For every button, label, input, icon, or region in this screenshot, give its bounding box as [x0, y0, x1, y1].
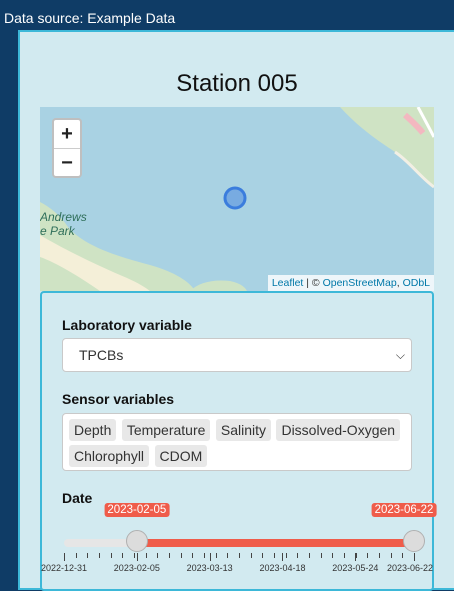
slider-tick-label: 2023-05-24 — [332, 563, 379, 573]
slider-minor-tick — [250, 553, 252, 558]
lab-variable-select[interactable]: TPCBs ⌵ — [62, 338, 412, 372]
slider-minor-tick — [134, 553, 135, 558]
map-place-label-2: e Park — [40, 224, 75, 238]
slider-minor-tick — [379, 553, 380, 558]
lab-variable-value: TPCBs — [79, 347, 124, 363]
zoom-control: + − — [52, 118, 82, 178]
zoom-out-button[interactable]: − — [54, 148, 80, 177]
slider-minor-tick — [192, 553, 194, 558]
slider-minor-tick — [367, 553, 369, 558]
slider-minor-tick — [157, 553, 159, 558]
slider-minor-tick — [110, 553, 112, 558]
sensor-tag[interactable]: CDOM — [154, 445, 208, 467]
sensor-variables-label: Sensor variables — [62, 391, 175, 407]
slider-tick-label: 2023-02-05 — [113, 563, 160, 573]
slider-minor-tick — [99, 553, 100, 558]
slider-tick-label: 2023-04-18 — [259, 563, 306, 573]
slider-minor-tick — [262, 553, 264, 558]
slider-minor-tick — [344, 553, 345, 558]
map-attribution: Leaflet | © OpenStreetMap, ODbL — [267, 275, 434, 291]
slider-minor-tick — [320, 553, 322, 558]
sensor-tag[interactable]: Salinity — [215, 419, 271, 441]
sensor-tag[interactable]: Chlorophyll — [69, 445, 150, 467]
slider-minor-tick — [297, 553, 299, 558]
attribution-separator: | © — [303, 277, 323, 289]
osm-link[interactable]: OpenStreetMap — [323, 277, 397, 289]
sensor-tag[interactable]: Depth — [69, 419, 117, 441]
slider-minor-tick — [274, 553, 275, 558]
slider-minor-tick — [239, 553, 240, 558]
map-tiles — [40, 107, 434, 291]
slider-minor-tick — [402, 553, 404, 558]
slider-from-label: 2023-02-05 — [104, 503, 170, 517]
slider-major-tick — [414, 553, 415, 561]
slider-tick-label: 2022-12-31 — [40, 563, 88, 573]
map-place-label: Andrews — [40, 210, 87, 224]
sensor-tag[interactable]: Temperature — [121, 419, 211, 441]
slider-minor-tick — [169, 553, 170, 558]
slider-minor-tick — [204, 553, 205, 558]
slider-minor-tick — [180, 553, 182, 558]
station-map[interactable]: + − Andrews e Park Leaflet | © OpenStree… — [40, 107, 434, 291]
station-title: Station 005 — [176, 70, 298, 97]
slider-from-handle[interactable] — [125, 530, 148, 552]
slider-major-tick — [209, 553, 211, 561]
date-range-slider[interactable]: 2023-02-05 2023-06-22 2022-12-31 2023-02-… — [40, 503, 437, 583]
controls-panel: Laboratory variable TPCBs ⌵ Sensor varia… — [40, 291, 437, 591]
slider-minor-tick — [309, 553, 310, 558]
sensor-tag[interactable]: Dissolved-Oxygen — [276, 419, 401, 441]
leaflet-link[interactable]: Leaflet — [272, 277, 304, 289]
lab-variable-label: Laboratory variable — [62, 317, 192, 333]
slider-selected-range — [136, 539, 414, 547]
slider-minor-tick — [87, 553, 89, 558]
slider-major-tick — [64, 553, 65, 561]
slider-minor-tick — [285, 553, 287, 558]
slider-minor-tick — [332, 553, 334, 558]
station-panel: Station 005 + − Andrews e Park Leaflet |… — [18, 30, 454, 591]
zoom-in-button[interactable]: + — [54, 120, 80, 148]
slider-major-tick — [355, 553, 357, 561]
slider-tick-label: 2023-03-13 — [186, 563, 233, 573]
slider-minor-tick — [390, 553, 392, 558]
slider-to-label: 2023-06-22 — [371, 503, 437, 517]
slider-major-tick — [136, 553, 138, 561]
slider-minor-tick — [75, 553, 77, 558]
slider-minor-tick — [227, 553, 229, 558]
slider-minor-tick — [215, 553, 217, 558]
slider-minor-tick — [145, 553, 147, 558]
odbl-link[interactable]: ODbL — [403, 277, 430, 289]
slider-tick-label: 2023-06-22 — [386, 563, 434, 573]
sensor-variables-input[interactable]: Depth Temperature Salinity Dissolved-Oxy… — [62, 413, 412, 471]
slider-minor-tick — [122, 553, 124, 558]
slider-to-handle[interactable] — [403, 530, 425, 552]
slider-major-tick — [282, 553, 284, 561]
chevron-down-icon: ⌵ — [395, 348, 405, 362]
